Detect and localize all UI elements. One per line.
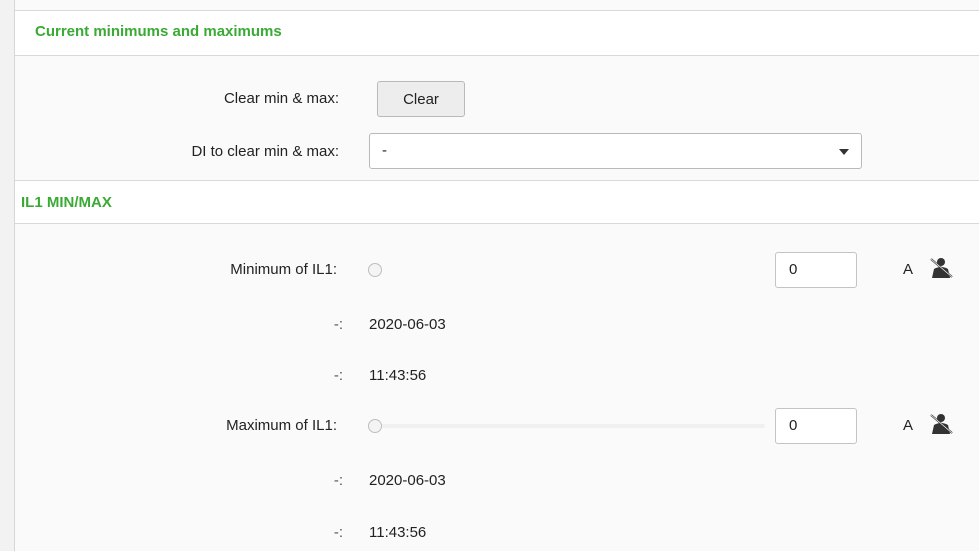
clear-minmax-label: Clear min & max: [223, 90, 339, 107]
maximum-il1-value: 0 [789, 417, 798, 434]
section-title: IL1 MIN/MAX [21, 194, 112, 211]
di-clear-select[interactable]: - [369, 133, 862, 169]
section-il1-header: IL1 MIN/MAX [15, 180, 979, 224]
maximum-date-label: -: [333, 472, 343, 489]
minimum-time-value: 11:43:56 [369, 367, 427, 384]
maximum-il1-slider-track[interactable] [370, 424, 765, 428]
minimum-il1-slider-handle[interactable] [368, 263, 382, 277]
person-struck-icon[interactable] [928, 257, 954, 279]
maximum-time-label: -: [333, 524, 343, 541]
maximum-il1-unit: A [903, 417, 914, 434]
minimum-il1-unit: A [903, 261, 914, 278]
maximum-il1-label: Maximum of IL1: [226, 417, 337, 434]
section-title: Current minimums and maximums [35, 23, 282, 40]
di-clear-label: DI to clear min & max: [191, 143, 339, 160]
maximum-time-value: 11:43:56 [369, 524, 427, 541]
settings-panel: Current minimums and maximums Clear min … [14, 0, 979, 551]
person-struck-icon[interactable] [928, 413, 954, 435]
maximum-date-value: 2020-06-03 [369, 472, 446, 489]
di-clear-selected-value: - [382, 142, 387, 159]
section-current-minmax-header: Current minimums and maximums [15, 10, 979, 56]
minimum-time-label: -: [333, 367, 343, 384]
maximum-il1-input[interactable]: 0 [775, 408, 857, 444]
chevron-down-icon [839, 149, 849, 155]
clear-button[interactable]: Clear [377, 81, 465, 117]
minimum-il1-value: 0 [789, 261, 798, 278]
minimum-il1-label: Minimum of IL1: [230, 261, 337, 278]
minimum-il1-input[interactable]: 0 [775, 252, 857, 288]
minimum-date-label: -: [333, 316, 343, 333]
minimum-date-value: 2020-06-03 [369, 316, 446, 333]
maximum-il1-slider-handle[interactable] [368, 419, 382, 433]
